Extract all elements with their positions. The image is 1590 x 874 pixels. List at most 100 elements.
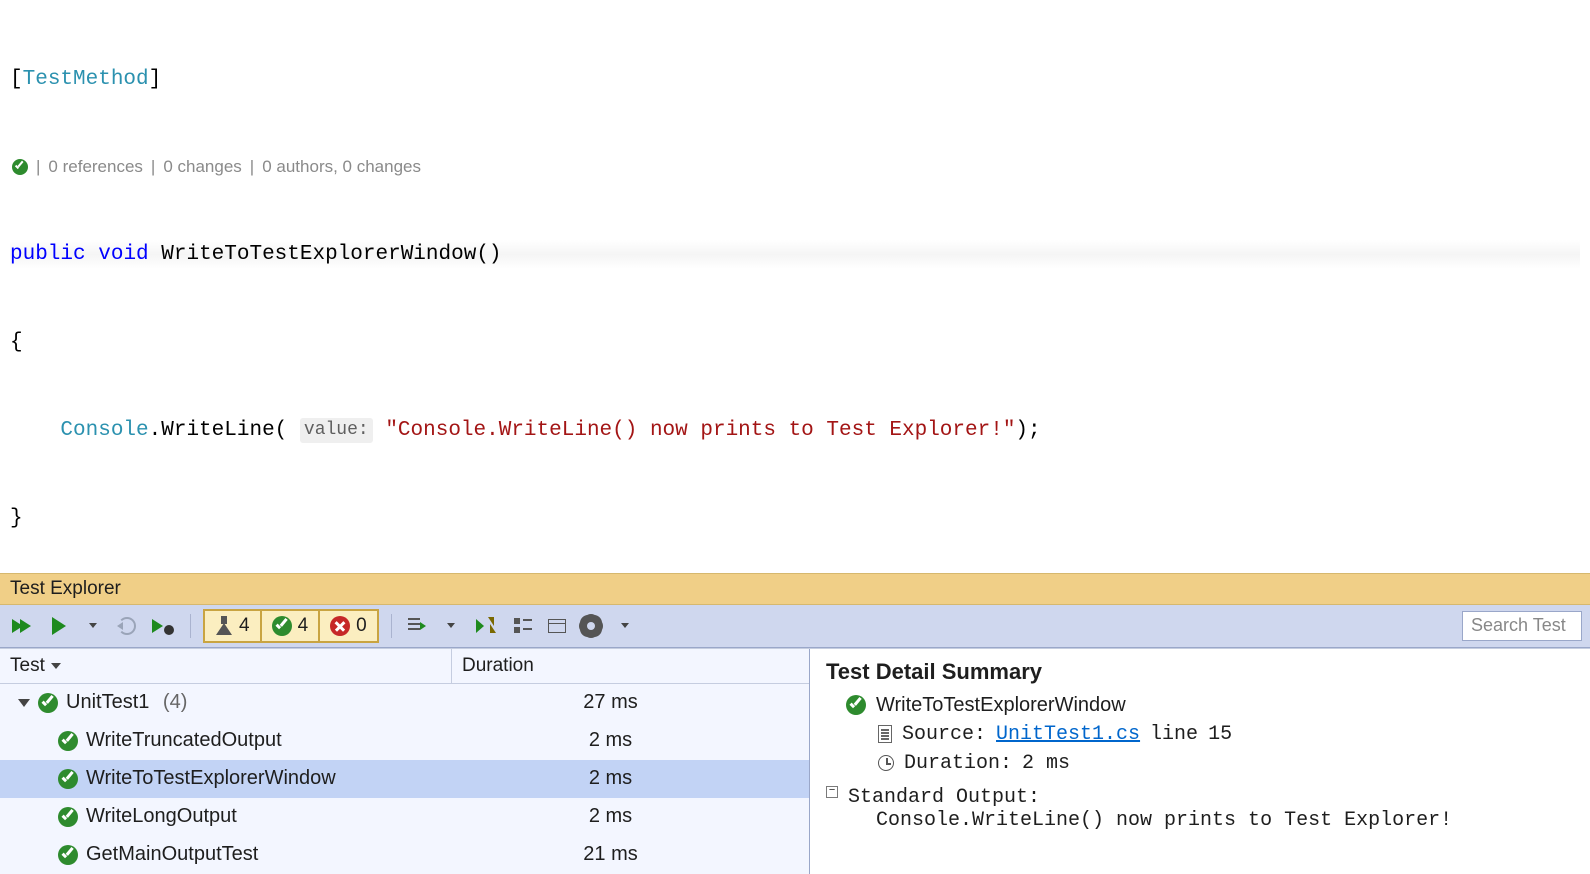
pass-icon (58, 845, 78, 865)
clock-icon (878, 755, 894, 771)
tree-rows: UnitTest1 (4)27 msWriteTruncatedOutput2 … (0, 684, 809, 874)
counter-total-value: 4 (239, 615, 250, 637)
codelens-sep: | (36, 155, 40, 179)
code-line-body: Console.WriteLine( value: "Console.Write… (10, 416, 1580, 445)
search-input[interactable]: Search Test (1462, 611, 1582, 641)
source-label: Source: (902, 723, 986, 746)
chevron-down-icon (447, 623, 455, 628)
test-duration: 2 ms (452, 767, 809, 790)
run-all-button[interactable] (8, 612, 38, 640)
code-line-attribute: [TestMethod] (10, 65, 1580, 94)
panel-title[interactable]: Test Explorer (0, 573, 1590, 605)
member-writeline: WriteLine (161, 416, 274, 445)
codelens-bar[interactable]: | 0 references | 0 changes | 0 authors, … (10, 153, 1580, 181)
brace-open: { (10, 328, 23, 357)
test-name: GetMainOutputTest (86, 843, 258, 866)
group-count: (4) (157, 691, 187, 714)
column-header-test[interactable]: Test (0, 649, 452, 683)
source-file-link[interactable]: UnitTest1.cs (996, 723, 1140, 746)
paren-open: ( (275, 416, 288, 445)
group-duration: 27 ms (452, 691, 809, 714)
expand-icon[interactable] (18, 699, 30, 707)
stdout-value: Console.WriteLine() now prints to Test E… (848, 809, 1452, 832)
kw-void: void (98, 240, 148, 269)
playlist-dropdown[interactable] (438, 612, 464, 640)
stdout-label: Standard Output: (848, 786, 1452, 809)
tree-test-row[interactable]: WriteTruncatedOutput2 ms (0, 722, 809, 760)
kw-public: public (10, 240, 86, 269)
chevron-down-icon (621, 623, 629, 628)
run-button[interactable] (46, 612, 72, 640)
counter-total[interactable]: 4 (205, 611, 262, 641)
tree-group-row[interactable]: UnitTest1 (4)27 ms (0, 684, 809, 722)
code-line-brace-close: } (10, 504, 1580, 533)
play-icon (52, 617, 66, 635)
test-explorer-toolbar: 4 4 0 Search Test (0, 605, 1590, 648)
test-duration: 21 ms (452, 843, 809, 866)
chevron-down-icon (89, 623, 97, 628)
test-duration: 2 ms (452, 805, 809, 828)
repeat-icon (118, 617, 136, 635)
run-after-build-button[interactable] (472, 612, 502, 640)
window-icon (548, 619, 566, 633)
detail-heading: Test Detail Summary (826, 659, 1574, 685)
duration-value: 2 ms (1022, 752, 1070, 775)
collapse-toggle[interactable]: − (826, 786, 838, 798)
run-failed-button[interactable] (148, 612, 178, 640)
bracket-open: [ (10, 65, 23, 94)
codelens-references[interactable]: 0 references (48, 155, 143, 179)
group-name: UnitTest1 (66, 691, 149, 714)
tree-test-row[interactable]: WriteToTestExplorerWindow 2 ms (0, 760, 809, 798)
run-dropdown[interactable] (80, 612, 106, 640)
counter-failed[interactable]: 0 (320, 611, 377, 641)
test-counters: 4 4 0 (203, 609, 379, 643)
test-tree-pane: Test Duration UnitTest1 (4)27 msWriteTru… (0, 649, 810, 874)
tree-test-cell: GetMainOutputTest (0, 843, 452, 866)
tree-test-row[interactable]: WriteLongOutput 2 ms (0, 798, 809, 836)
codelens-changes[interactable]: 0 changes (163, 155, 241, 179)
pass-icon (58, 731, 78, 751)
settings-button[interactable] (578, 612, 604, 640)
method-name: WriteToTestExplorerWindow (161, 240, 476, 269)
fail-icon (330, 616, 350, 636)
group-icon (514, 618, 532, 634)
dot: . (149, 416, 162, 445)
tree-test-row[interactable]: GetMainOutputTest 21 ms (0, 836, 809, 874)
detail-duration-row: Duration: 2 ms (826, 749, 1574, 778)
pass-icon (846, 695, 866, 715)
duration-label: Duration: (904, 752, 1012, 775)
tree-group-cell: UnitTest1 (4) (0, 691, 452, 714)
test-name: WriteToTestExplorerWindow (86, 767, 336, 790)
codelens-authors[interactable]: 0 authors, 0 changes (262, 155, 421, 179)
column-header-test-label: Test (10, 655, 45, 677)
param-label: value: (300, 418, 373, 443)
playlist-button[interactable] (404, 612, 430, 640)
group-by-button[interactable] (510, 612, 536, 640)
counter-passed[interactable]: 4 (262, 611, 321, 641)
document-icon (878, 725, 892, 743)
layout-button[interactable] (544, 612, 570, 640)
tree-test-cell: WriteToTestExplorerWindow (0, 767, 452, 790)
test-name: WriteLongOutput (86, 805, 237, 828)
type-console: Console (60, 416, 148, 445)
bracket-close: ] (149, 65, 162, 94)
code-editor[interactable]: [TestMethod] | 0 references | 0 changes … (0, 0, 1590, 573)
repeat-last-run-button[interactable] (114, 612, 140, 640)
tree-test-cell: WriteLongOutput (0, 805, 452, 828)
string-literal: "Console.WriteLine() now prints to Test … (385, 416, 1015, 445)
toolbar-separator (391, 614, 392, 638)
paren-close: ); (1015, 416, 1040, 445)
pass-icon (272, 616, 292, 636)
tree-test-cell: WriteTruncatedOutput (0, 729, 452, 752)
detail-stdout-block: − Standard Output: Console.WriteLine() n… (826, 786, 1574, 832)
column-header-duration[interactable]: Duration (452, 649, 809, 683)
code-line-brace-open: { (10, 328, 1580, 357)
pass-icon (58, 807, 78, 827)
codelens-sep: | (250, 155, 254, 179)
play-all-icon (12, 617, 34, 635)
brace-close: } (10, 504, 23, 533)
counter-failed-value: 0 (356, 615, 367, 637)
source-line-label: line (1150, 723, 1198, 746)
settings-dropdown[interactable] (612, 612, 638, 640)
panel-title-label: Test Explorer (10, 578, 121, 599)
